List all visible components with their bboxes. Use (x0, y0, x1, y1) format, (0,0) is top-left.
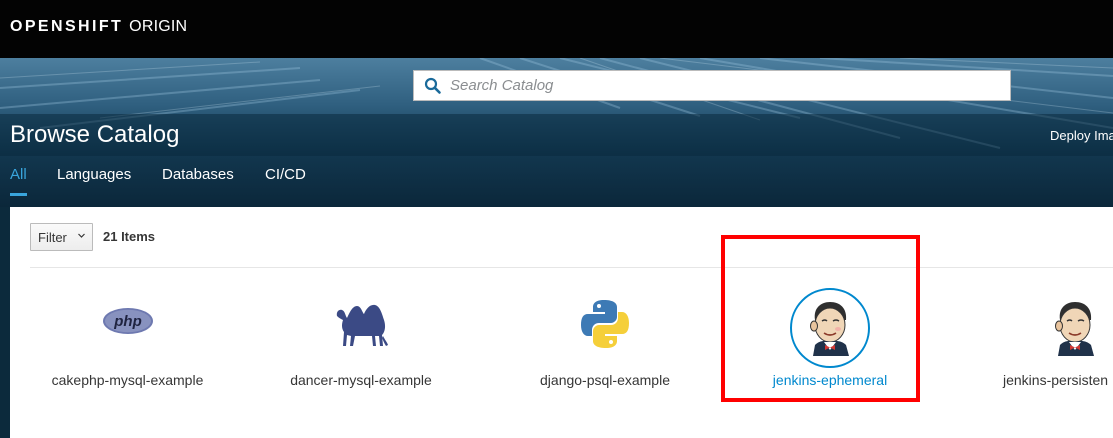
deploy-image-link[interactable]: Deploy Ima (1050, 128, 1113, 143)
masthead: OPENSHIFT ORIGIN (0, 0, 1113, 58)
filter-label: Filter (38, 230, 67, 245)
catalog-item-name: django-psql-example (540, 372, 670, 388)
catalog-header: Browse Catalog Deploy Ima All Languages … (0, 58, 1113, 207)
tab-all[interactable]: All (10, 166, 27, 196)
catalog-panel: Filter 21 Items php cakephp-mysql-exampl… (10, 207, 1113, 438)
svg-text:php: php (113, 313, 142, 330)
item-count: 21 Items (103, 229, 156, 244)
brand-logo[interactable]: OPENSHIFT ORIGIN (10, 18, 187, 36)
search-box[interactable] (413, 70, 1011, 101)
catalog-item-dancer-mysql-example[interactable]: dancer-mysql-example (280, 288, 442, 428)
catalog-item-jenkins-persistent[interactable]: jenkins-persisten (995, 288, 1113, 428)
tab-databases[interactable]: Databases (162, 166, 234, 193)
catalog-item-cakephp-mysql-example[interactable]: php cakephp-mysql-example (40, 288, 215, 428)
divider (30, 267, 1113, 268)
filter-button[interactable]: Filter (30, 223, 93, 251)
catalog-item-name: dancer-mysql-example (290, 372, 432, 388)
brand-name-bold: OPENSHIFT (10, 18, 124, 35)
search-input[interactable] (450, 73, 990, 98)
jenkins-icon (1055, 302, 1094, 356)
python-icon (581, 300, 629, 348)
page-title: Browse Catalog (10, 121, 180, 148)
chevron-down-icon (78, 233, 85, 238)
highlight-annotation-box (721, 235, 920, 402)
brand-name-light: ORIGIN (129, 18, 188, 35)
tab-languages[interactable]: Languages (57, 166, 131, 193)
search-icon (424, 77, 441, 94)
catalog-item-name: jenkins-persisten (1003, 372, 1109, 388)
perl-camel-icon (336, 304, 388, 346)
tab-ci-cd[interactable]: CI/CD (265, 166, 306, 193)
php-icon: php (103, 308, 153, 334)
catalog-item-django-psql-example[interactable]: django-psql-example (520, 288, 690, 428)
category-tabs: All Languages Databases CI/CD (0, 164, 1113, 207)
catalog-item-name: cakephp-mysql-example (51, 372, 204, 388)
